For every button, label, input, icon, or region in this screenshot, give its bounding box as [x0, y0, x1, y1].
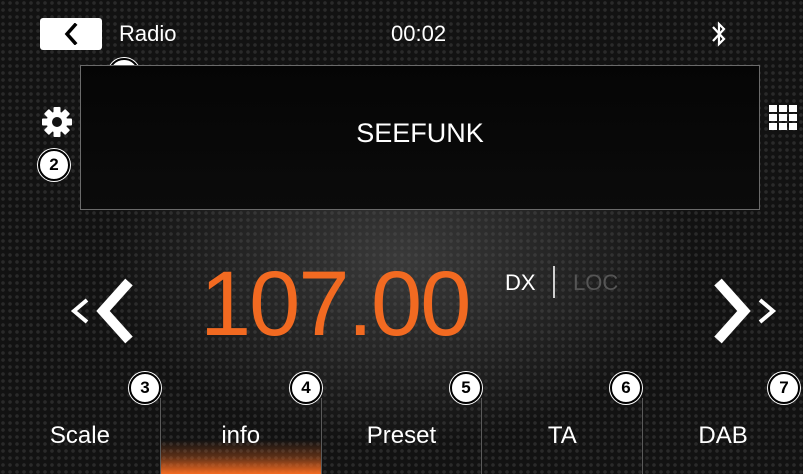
mode-divider: [553, 266, 555, 298]
back-button[interactable]: [40, 18, 102, 50]
seek-back-icon[interactable]: [65, 276, 145, 346]
tab-label: info: [221, 422, 261, 449]
tab-label: TA: [547, 422, 577, 449]
dx-toggle[interactable]: DX: [505, 270, 536, 296]
station-display: SEEFUNK: [80, 65, 760, 210]
bluetooth-icon: [712, 21, 726, 47]
back-icon: [64, 23, 78, 45]
gear-icon[interactable]: [40, 105, 74, 139]
loc-toggle[interactable]: LOC: [573, 270, 618, 296]
bottom-tab-bar: Scale info Preset TA DAB: [0, 398, 803, 474]
page-title: Radio: [119, 21, 177, 46]
callout-2: 2: [38, 149, 70, 181]
tab-label: Scale: [49, 422, 110, 449]
tab-ta[interactable]: TA: [481, 398, 642, 474]
tab-label: DAB: [698, 422, 748, 449]
frequency-display: 107.00: [200, 253, 471, 355]
station-name: SEEFUNK: [356, 118, 484, 148]
tab-dab[interactable]: DAB: [642, 398, 803, 474]
grid-icon[interactable]: [767, 103, 801, 133]
tab-scale[interactable]: Scale: [0, 398, 160, 474]
tab-label: Preset: [366, 422, 437, 449]
clock: 00:02: [391, 21, 447, 46]
tab-preset[interactable]: Preset: [320, 398, 482, 474]
seek-forward-icon[interactable]: [708, 276, 780, 346]
tab-info[interactable]: info: [159, 398, 321, 474]
